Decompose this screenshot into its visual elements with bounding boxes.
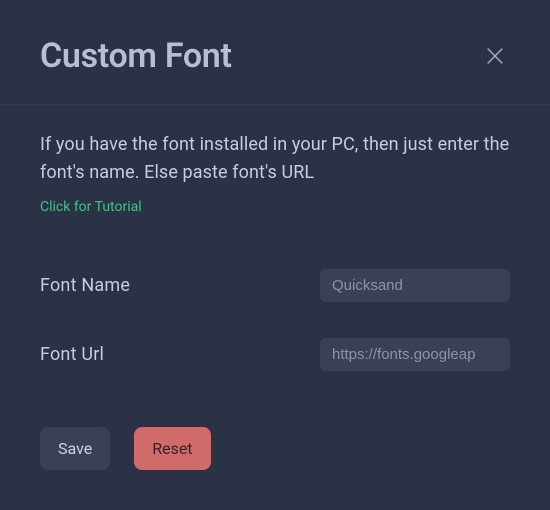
font-url-label: Font Url	[40, 344, 104, 365]
close-icon	[484, 45, 506, 67]
font-name-row: Font Name	[40, 269, 510, 302]
close-button[interactable]	[480, 41, 510, 71]
font-name-input[interactable]	[320, 269, 510, 302]
dialog-body: If you have the font installed in your P…	[0, 105, 550, 510]
reset-button[interactable]: Reset	[134, 427, 210, 470]
form: Font Name Font Url	[40, 269, 510, 371]
font-url-row: Font Url	[40, 338, 510, 371]
dialog-title: Custom Font	[40, 36, 232, 76]
save-button[interactable]: Save	[40, 427, 110, 470]
dialog-header: Custom Font	[0, 0, 550, 105]
dialog-description: If you have the font installed in your P…	[40, 131, 510, 187]
font-name-label: Font Name	[40, 275, 130, 296]
dialog-actions: Save Reset	[40, 427, 510, 470]
tutorial-link[interactable]: Click for Tutorial	[40, 199, 510, 215]
font-url-input[interactable]	[320, 338, 510, 371]
custom-font-dialog: Custom Font If you have the font install…	[0, 0, 550, 506]
